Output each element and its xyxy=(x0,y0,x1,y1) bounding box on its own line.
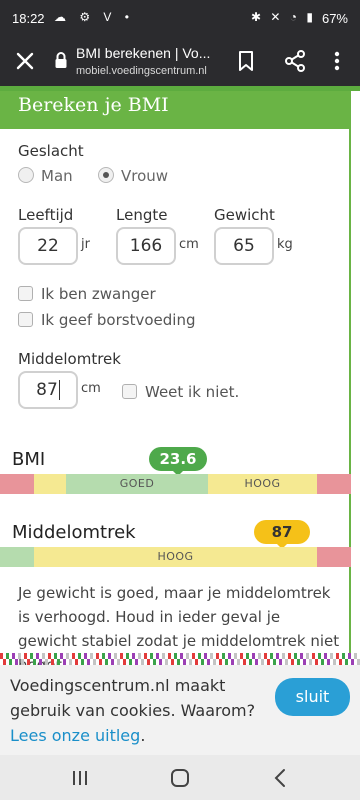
bmi-segment-good: GOED xyxy=(66,474,208,494)
home-icon xyxy=(171,769,189,787)
decorative-confetti-border xyxy=(0,653,360,665)
bmi-value: 23.6 xyxy=(159,450,197,468)
lock-icon xyxy=(54,51,68,73)
cookie-banner: Voedingscentrum.nl maakt gebruik van coo… xyxy=(0,665,360,755)
page-title: BMI berekenen | Vo... xyxy=(76,45,211,61)
breastfeeding-checkbox[interactable] xyxy=(18,312,33,327)
bmi-segment-too-high xyxy=(317,474,351,494)
cookie-message: Voedingscentrum.nl maakt gebruik van coo… xyxy=(10,673,268,748)
bookmark-icon xyxy=(239,51,253,71)
length-label: Lengte xyxy=(116,206,168,224)
age-label: Leeftijd xyxy=(18,206,74,224)
cookie-message-text: Voedingscentrum.nl maakt gebruik van coo… xyxy=(10,676,256,720)
waist-input[interactable]: 87 xyxy=(18,371,78,409)
android-navigation-bar xyxy=(0,755,360,800)
gender-radio-vrouw[interactable] xyxy=(98,167,114,183)
breastfeeding-label[interactable]: Ik geef borstvoeding xyxy=(41,311,195,329)
text-cursor xyxy=(58,380,60,400)
age-input[interactable]: 22 xyxy=(18,227,78,265)
waist-input-value: 87 xyxy=(36,380,58,400)
weight-unit: kg xyxy=(277,237,293,252)
bmi-scale-bar: GOED HOOG xyxy=(0,474,351,494)
waist-result-title: Middelomtrek xyxy=(12,522,136,543)
bmi-segment-high: HOOG xyxy=(208,474,317,494)
weight-label: Gewicht xyxy=(214,206,275,224)
waist-result-value: 87 xyxy=(271,523,293,541)
waist-segment-too-high xyxy=(317,547,351,567)
back-button[interactable] xyxy=(266,763,296,793)
bmi-result-title: BMI xyxy=(12,449,46,470)
waist-scale-bar: HOOG xyxy=(0,547,351,567)
more-vertical-icon xyxy=(334,51,340,71)
status-bar: 18:22 ☁ ⚙ V • ✱ ✕ ◔ ▮ 67% xyxy=(0,0,360,38)
waist-unknown-label[interactable]: Weet ik niet. xyxy=(145,383,239,401)
close-tab-button[interactable] xyxy=(10,46,40,76)
gender-option-man[interactable]: Man xyxy=(41,167,73,185)
back-icon xyxy=(274,769,285,787)
battery-percentage: 67% xyxy=(321,11,348,26)
length-unit: cm xyxy=(179,237,199,252)
gender-label: Geslacht xyxy=(18,142,84,160)
page-url[interactable]: mobiel.voedingscentrum.nl xyxy=(76,65,207,77)
recent-apps-icon xyxy=(73,771,87,785)
recent-apps-button[interactable] xyxy=(65,763,95,793)
waist-segment-good xyxy=(0,547,34,567)
cookie-close-button[interactable]: sluit xyxy=(275,678,350,716)
bookmark-button[interactable] xyxy=(233,48,259,74)
gender-radio-man[interactable] xyxy=(18,167,34,183)
length-input[interactable]: 166 xyxy=(116,227,176,265)
pregnant-label[interactable]: Ik ben zwanger xyxy=(41,285,156,303)
pregnant-checkbox[interactable] xyxy=(18,286,33,301)
calculator-header: Bereken je BMI xyxy=(0,91,351,129)
close-icon xyxy=(16,52,34,70)
waist-segment-high: HOOG xyxy=(34,547,317,567)
share-icon xyxy=(285,50,305,72)
gender-option-vrouw[interactable]: Vrouw xyxy=(121,167,168,185)
status-time: 18:22 xyxy=(12,11,45,26)
waist-label: Middelomtrek xyxy=(18,350,121,368)
waist-value-badge: 87 xyxy=(254,520,310,549)
home-button[interactable] xyxy=(165,763,195,793)
share-button[interactable] xyxy=(282,48,308,74)
weight-input[interactable]: 65 xyxy=(214,227,274,265)
age-unit: jr xyxy=(81,237,90,252)
bmi-segment-too-low xyxy=(0,474,34,494)
calculator-title: Bereken je BMI xyxy=(18,94,169,116)
system-icons: ✱ ✕ ◔ ▮ xyxy=(251,10,316,24)
more-menu-button[interactable] xyxy=(327,48,347,74)
bmi-value-badge: 23.6 xyxy=(149,447,207,476)
waist-unit: cm xyxy=(81,381,101,396)
browser-toolbar: BMI berekenen | Vo... mobiel.voedingscen… xyxy=(0,38,360,86)
waist-unknown-checkbox[interactable] xyxy=(122,384,137,399)
notification-icons: ☁ ⚙ V • xyxy=(54,10,134,24)
cookie-link-suffix: . xyxy=(140,726,146,745)
cookie-info-link[interactable]: Lees onze uitleg xyxy=(10,726,140,745)
bmi-segment-low xyxy=(34,474,66,494)
